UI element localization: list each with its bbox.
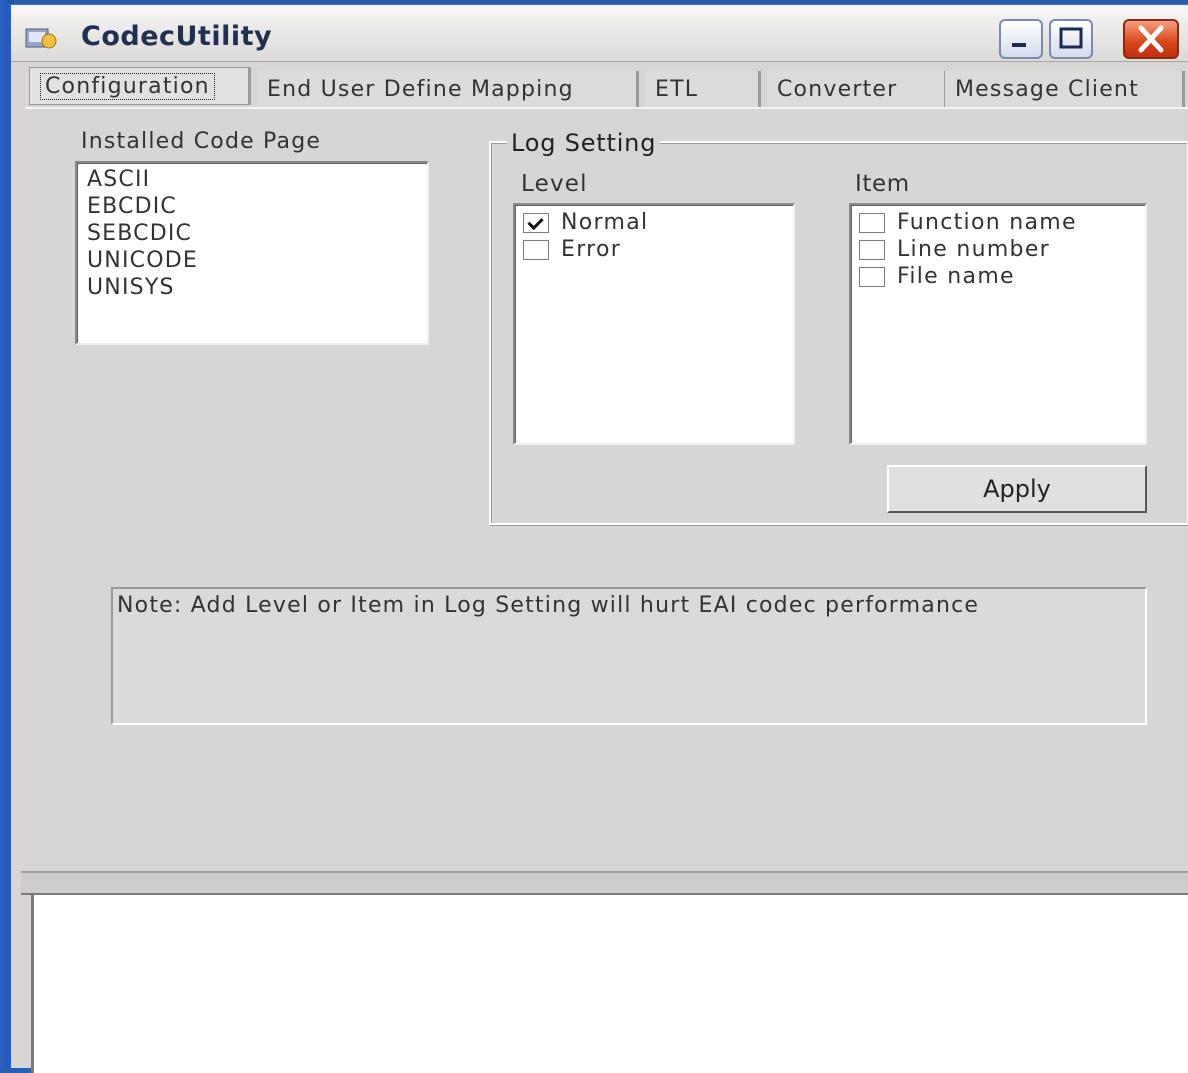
close-icon [1138, 25, 1164, 53]
note-text: Note: Add Level or Item in Log Setting w… [117, 593, 980, 618]
maximize-icon [1059, 27, 1083, 49]
tab-converter[interactable]: Converter [767, 71, 947, 107]
tab-strip: Configuration End User Define Mapping ET… [25, 67, 1185, 109]
code-page-listbox[interactable]: ASCII EBCDIC SEBCDIC UNICODE UNISYS [75, 161, 429, 345]
tab-configuration[interactable]: Configuration [29, 67, 251, 105]
apply-button[interactable]: Apply [887, 465, 1147, 513]
item-label: Item [855, 171, 910, 197]
tab-etl[interactable]: ETL [645, 71, 761, 107]
tab-label: Configuration [40, 73, 215, 100]
app-icon [25, 28, 57, 49]
tab-end-user-define-mapping[interactable]: End User Define Mapping [257, 71, 639, 107]
checkbox-checked[interactable] [523, 212, 549, 233]
item-option-function-name[interactable]: Function name [851, 209, 1145, 236]
option-label: Normal [561, 210, 649, 235]
list-item[interactable]: UNISYS [77, 275, 427, 302]
level-option-error[interactable]: Error [515, 236, 793, 263]
checkbox[interactable] [859, 212, 885, 233]
maximize-button[interactable] [1049, 19, 1093, 59]
tab-label: End User Define Mapping [267, 77, 574, 102]
tab-label: Converter [777, 77, 898, 102]
option-label: Function name [897, 210, 1077, 235]
window-title: CodecUtility [81, 21, 273, 52]
minimize-icon [1012, 43, 1026, 47]
minimize-button[interactable] [999, 19, 1043, 59]
item-option-line-number[interactable]: Line number [851, 236, 1145, 263]
option-label: File name [897, 264, 1015, 289]
list-item[interactable]: ASCII [77, 167, 427, 194]
list-item[interactable]: UNICODE [77, 248, 427, 275]
log-setting-title: Log Setting [507, 129, 661, 157]
codec-utility-window: CodecUtility Configuration End User Defi… [8, 4, 1188, 1073]
note-box: Note: Add Level or Item in Log Setting w… [111, 587, 1147, 725]
list-item[interactable]: EBCDIC [77, 194, 427, 221]
title-bar[interactable]: CodecUtility [11, 5, 1188, 62]
option-label: Line number [897, 237, 1051, 262]
output-pane[interactable] [31, 893, 1188, 1073]
level-label: Level [521, 171, 588, 197]
item-option-file-name[interactable]: File name [851, 263, 1145, 290]
tab-label: ETL [655, 77, 699, 102]
close-button[interactable] [1123, 19, 1179, 59]
item-checklist[interactable]: Function name Line number File name [849, 203, 1147, 445]
level-option-normal[interactable]: Normal [515, 209, 793, 236]
checkbox[interactable] [523, 239, 549, 260]
list-item[interactable]: SEBCDIC [77, 221, 427, 248]
tab-label: Message Client [955, 77, 1139, 102]
tab-message-client[interactable]: Message Client [945, 71, 1185, 107]
checkbox[interactable] [859, 266, 885, 287]
pane-splitter[interactable] [21, 871, 1188, 895]
level-checklist[interactable]: Normal Error [513, 203, 795, 445]
installed-code-page-label: Installed Code Page [81, 129, 322, 154]
checkbox[interactable] [859, 239, 885, 260]
option-label: Error [561, 237, 622, 262]
